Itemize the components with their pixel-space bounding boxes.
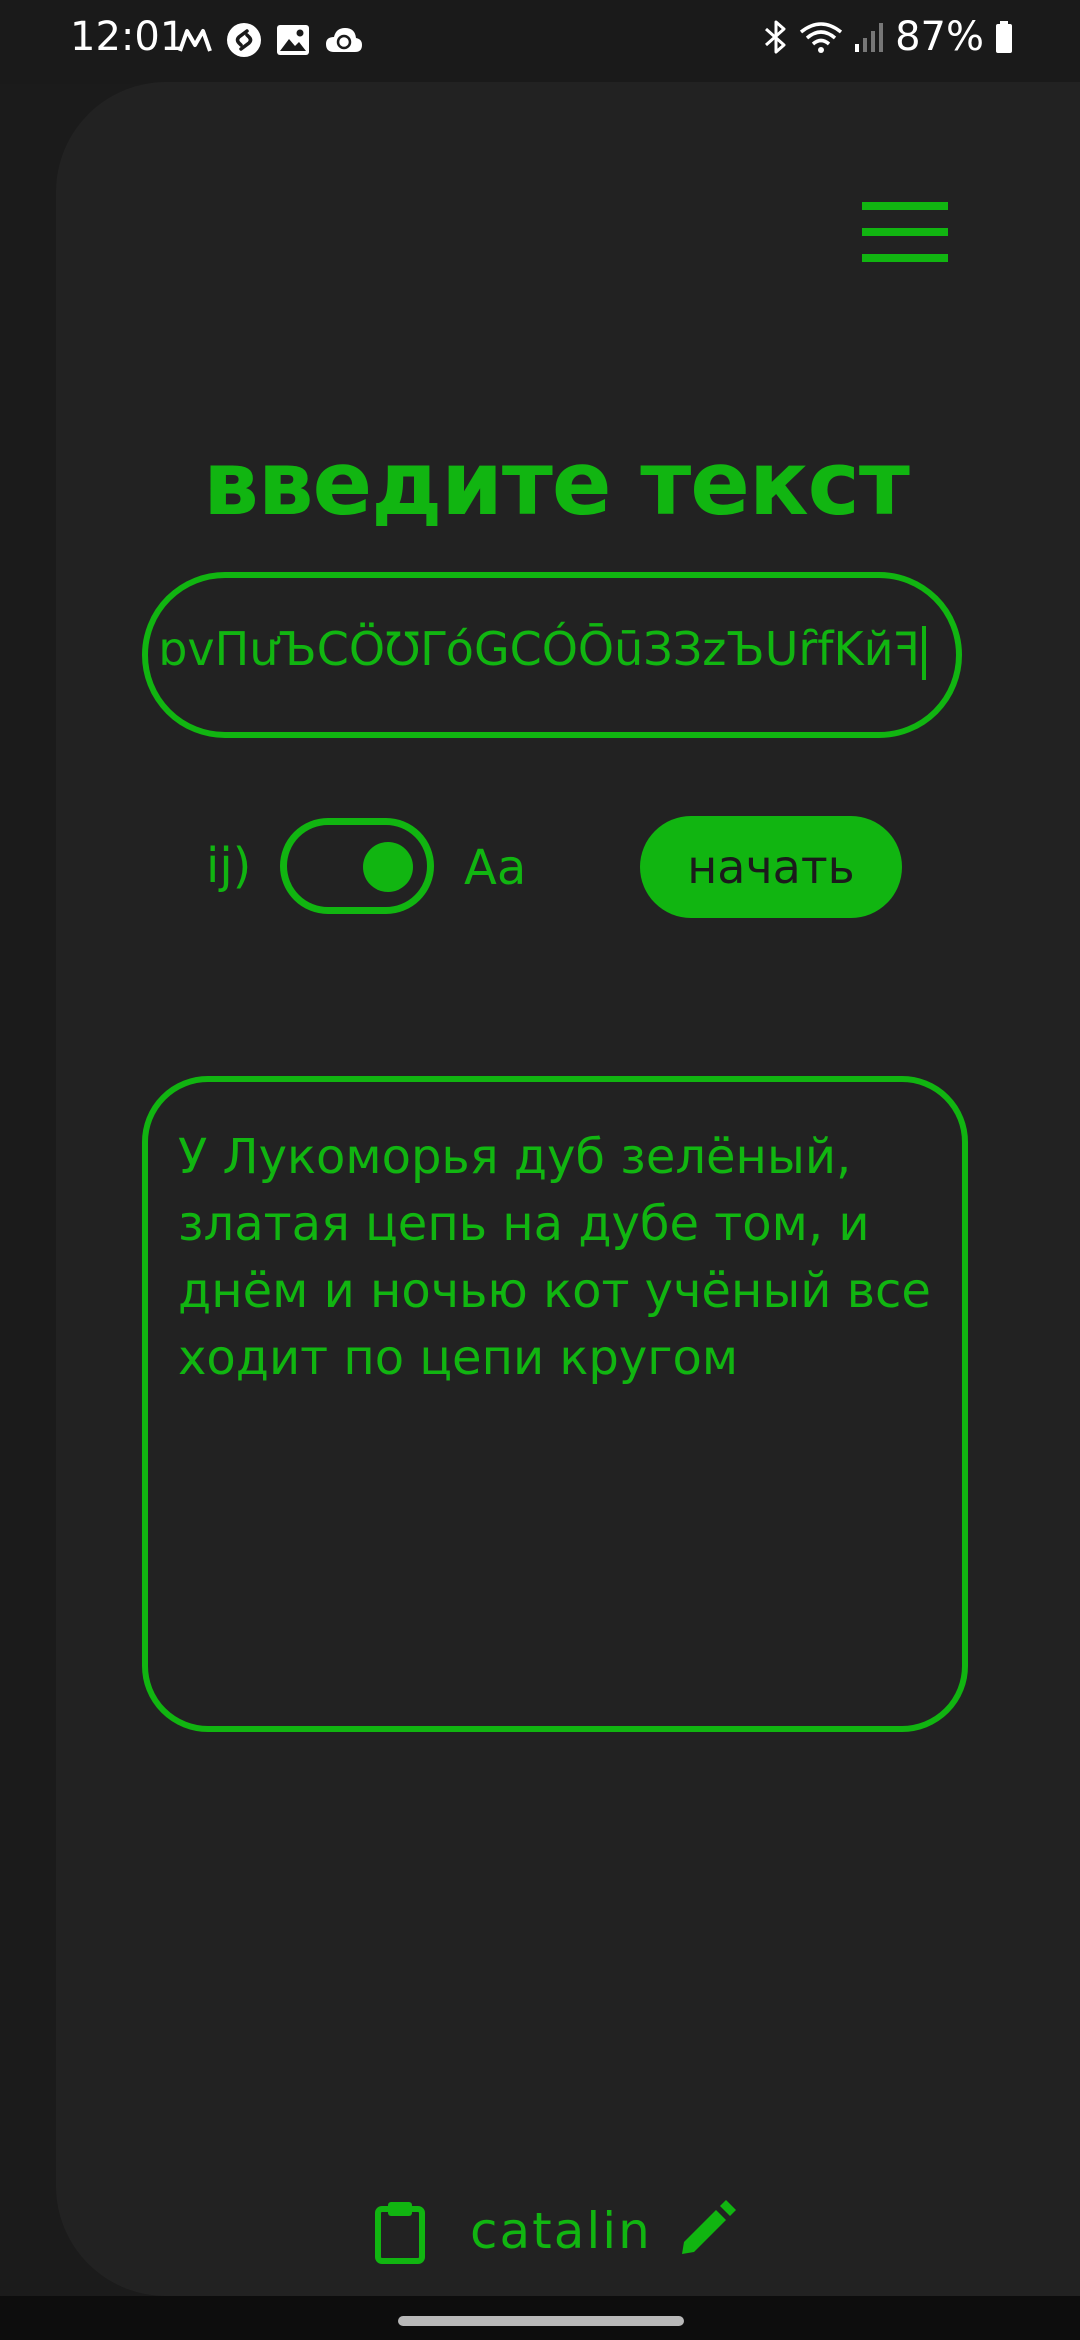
bluetooth-icon — [765, 20, 786, 54]
shazam-icon — [227, 23, 261, 57]
status-notification-icons — [178, 22, 364, 58]
text-input-value: ɒvПưЪCÖƱΓóGCÓŌūЗЗzЪUȓfKйꟻ — [158, 622, 926, 680]
status-system-icons: 87% — [763, 14, 1014, 60]
page-title: введите текст — [203, 432, 910, 535]
system-nav-bar — [0, 2296, 1080, 2340]
toggle-right-label: Aa — [464, 840, 527, 896]
toggle-knob — [363, 842, 413, 892]
m-logo-icon — [178, 29, 212, 52]
signal-icon — [855, 23, 884, 52]
gallery-icon — [277, 25, 309, 55]
wifi-icon — [800, 22, 843, 53]
bottom-bar: catalin — [56, 2190, 1080, 2274]
home-indicator[interactable] — [398, 2316, 684, 2326]
status-time: 12:01 — [70, 14, 186, 60]
text-cursor — [922, 625, 926, 680]
output-textarea[interactable]: У Лукоморья дуб зелёный, златая цепь на … — [142, 1076, 968, 1732]
battery-percent: 87% — [895, 14, 984, 60]
username-label: catalin — [470, 2202, 652, 2260]
toggle-left-label: ij) — [206, 838, 252, 894]
edit-pencil-icon[interactable] — [678, 2200, 736, 2258]
hamburger-menu-icon[interactable] — [862, 202, 948, 264]
cloud-icon — [326, 28, 362, 52]
text-input-content: ɒvПưЪCÖƱΓóGCÓŌūЗЗzЪUȓfKйꟻ — [158, 622, 920, 676]
case-toggle-switch[interactable] — [280, 818, 434, 914]
start-button[interactable]: начать — [640, 816, 902, 918]
text-input[interactable]: ɒvПưЪCÖƱΓóGCÓŌūЗЗzЪUȓfKйꟻ — [142, 572, 962, 738]
clipboard-icon[interactable] — [374, 2200, 426, 2264]
app-screen: 12:01 87% введите текст ɒvПưЪCÖƱΓóGCÓŌūЗ… — [0, 0, 1080, 2340]
battery-icon — [996, 21, 1012, 53]
status-bar: 12:01 87% — [0, 0, 1080, 84]
